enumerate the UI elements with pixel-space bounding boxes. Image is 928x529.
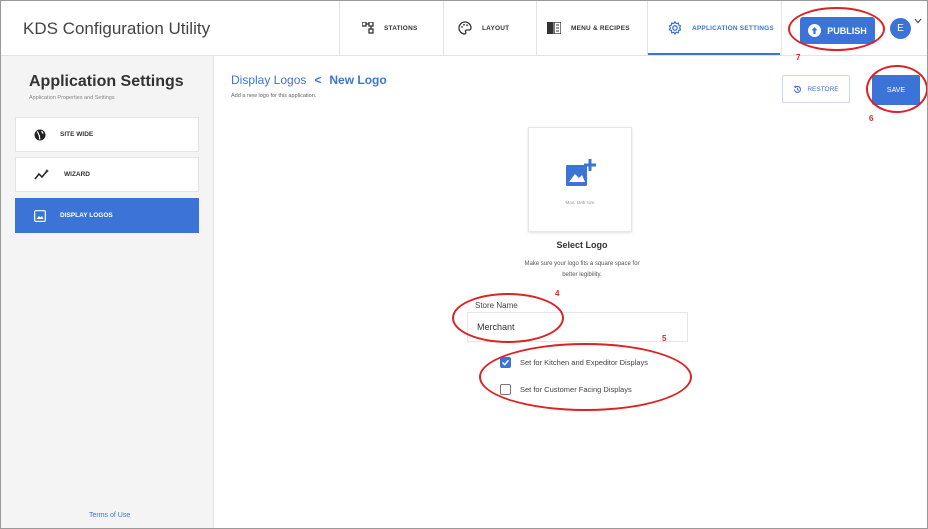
nav-divider (781, 1, 782, 55)
logo-upload-box[interactable]: Max. 1Mb size (528, 127, 632, 232)
stations-icon (362, 22, 374, 34)
store-name-input[interactable] (467, 312, 688, 342)
customer-facing-checkbox-row[interactable]: Set for Customer Facing Displays (500, 384, 632, 395)
tab-stations-label: STATIONS (384, 24, 418, 32)
gear-icon (668, 21, 682, 35)
breadcrumb-separator: < (314, 73, 322, 87)
page-subtitle: Add a new logo for this application. (231, 93, 317, 99)
annotation-number: 7 (796, 53, 801, 62)
annotation-number: 5 (662, 334, 667, 343)
kitchen-expeditor-checkbox-row[interactable]: Set for Kitchen and Expeditor Displays (500, 357, 648, 368)
customer-facing-checkbox[interactable] (500, 384, 511, 395)
chevron-down-icon[interactable] (914, 16, 922, 26)
sidebar-item-label: WIZARD (64, 171, 90, 178)
sidebar-item-label: SITE WIDE (60, 131, 94, 138)
sidebar-item-wizard[interactable]: WIZARD (15, 157, 199, 192)
breadcrumb: Display Logos < New Logo (231, 73, 387, 87)
wizard-icon (34, 168, 49, 179)
tab-layout-label: LAYOUT (482, 24, 510, 32)
tab-menu-recipes-label: MENU & RECIPES (571, 24, 630, 32)
annotation-circle-checkboxes (479, 343, 692, 411)
tab-menu-recipes[interactable]: MENU & RECIPES (537, 1, 647, 55)
book-icon (547, 22, 561, 34)
globe-icon (34, 129, 46, 140)
app-title: KDS Configuration Utility (23, 19, 211, 38)
top-bar: KDS Configuration Utility STATIONS LAYOU… (1, 1, 927, 56)
sidebar: Application Settings Application Propert… (1, 56, 214, 528)
image-icon (34, 209, 46, 222)
tab-application-settings[interactable]: APPLICATION SETTINGS (648, 1, 780, 55)
tab-stations[interactable]: STATIONS (340, 1, 443, 55)
palette-icon (458, 21, 472, 35)
history-icon (793, 84, 802, 93)
kitchen-expeditor-label: Set for Kitchen and Expeditor Displays (520, 358, 648, 367)
breadcrumb-current: New Logo (329, 73, 387, 87)
store-name-label: Store Name (475, 301, 518, 310)
save-button[interactable]: SAVE (872, 75, 920, 105)
sidebar-title: Application Settings (29, 73, 184, 90)
tab-application-settings-label: APPLICATION SETTINGS (692, 24, 774, 32)
breadcrumb-parent[interactable]: Display Logos (231, 73, 306, 87)
sidebar-subtitle: Application Properties and Settings (29, 95, 115, 101)
tab-layout[interactable]: LAYOUT (444, 1, 536, 55)
avatar[interactable]: E (890, 18, 911, 39)
publish-label: PUBLISH (827, 25, 867, 36)
annotation-number: 4 (555, 289, 560, 298)
select-logo-title: Select Logo (556, 240, 608, 250)
upload-icon (808, 24, 822, 37)
sidebar-item-display-logos[interactable]: DISPLAY LOGOS (15, 198, 199, 233)
restore-button[interactable]: RESTORE (782, 75, 850, 103)
customer-facing-label: Set for Customer Facing Displays (520, 385, 632, 394)
check-icon (501, 359, 510, 366)
sidebar-item-label: DISPLAY LOGOS (60, 212, 113, 219)
select-logo-description: Make sure your logo fits a square space … (524, 261, 640, 278)
kitchen-expeditor-checkbox[interactable] (500, 357, 511, 368)
logo-size-hint: Max. 1Mb size (565, 200, 595, 205)
publish-button[interactable]: PUBLISH (800, 17, 875, 44)
restore-label: RESTORE (807, 85, 839, 93)
sidebar-item-site-wide[interactable]: SITE WIDE (15, 117, 199, 152)
add-image-icon (566, 159, 596, 186)
annotation-number: 6 (869, 114, 874, 123)
terms-of-use-link[interactable]: Terms of Use (89, 512, 130, 519)
app-window: KDS Configuration Utility STATIONS LAYOU… (0, 0, 928, 529)
